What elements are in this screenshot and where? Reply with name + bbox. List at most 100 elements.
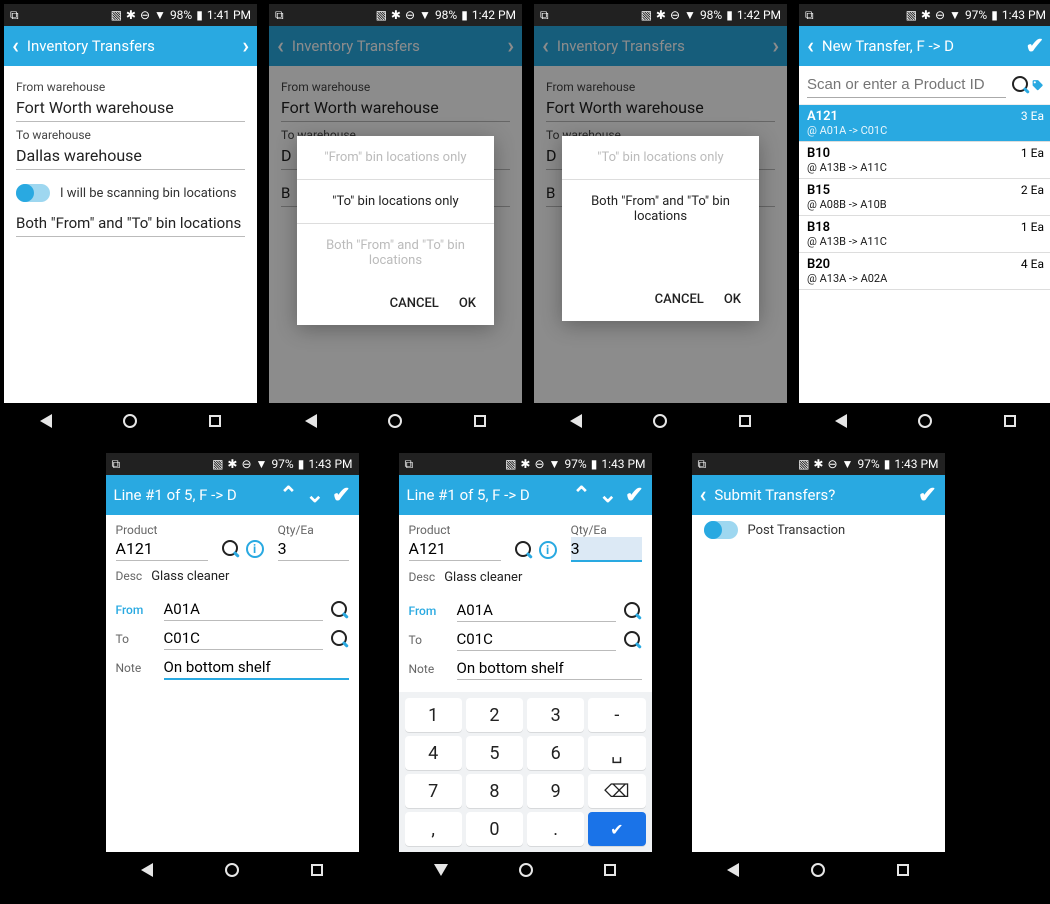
back-nav-button[interactable]	[434, 864, 448, 876]
next-button[interactable]: ⌄	[599, 483, 617, 508]
product-list-item[interactable]: B18@ A13B -> A11C1 Ea	[799, 216, 1050, 253]
search-icon[interactable]	[515, 541, 533, 559]
dialog-ok-button[interactable]: OK	[724, 292, 741, 307]
confirm-button[interactable]: ✔	[918, 483, 936, 508]
dialog-cancel-button[interactable]: CANCEL	[390, 296, 439, 311]
home-nav-button[interactable]	[123, 414, 137, 428]
key-ok[interactable]: ✔	[588, 812, 645, 846]
prev-button[interactable]: ⌃	[279, 483, 297, 508]
key-minus[interactable]: -	[588, 698, 645, 732]
back-nav-button[interactable]	[141, 863, 153, 877]
recents-nav-button[interactable]	[897, 864, 909, 876]
forward-button[interactable]: ›	[242, 34, 249, 59]
note-value[interactable]: On bottom shelf	[164, 656, 349, 680]
dialog-opt-to[interactable]: "To" bin locations only	[562, 136, 759, 180]
to-bin-value[interactable]: C01C	[457, 628, 616, 651]
battery-icon: ▮	[884, 457, 891, 471]
home-nav-button[interactable]	[918, 414, 932, 428]
key-6[interactable]: 6	[527, 736, 584, 770]
back-nav-button[interactable]	[727, 863, 739, 877]
next-button[interactable]: ⌄	[306, 483, 324, 508]
multiwindow-icon: ⧉	[698, 457, 707, 472]
dialog-opt-from[interactable]: "From" bin locations only	[297, 136, 494, 180]
app-bar-title: Inventory Transfers	[292, 37, 499, 55]
search-icon[interactable]	[624, 631, 642, 649]
post-transaction-toggle[interactable]	[704, 521, 738, 539]
back-button[interactable]: ‹	[12, 34, 19, 59]
back-button[interactable]: ‹	[807, 34, 814, 59]
status-time: 1:43 PM	[601, 457, 645, 471]
back-nav-button[interactable]	[305, 414, 317, 428]
back-nav-button[interactable]	[40, 414, 52, 428]
home-nav-button[interactable]	[653, 414, 667, 428]
key-7[interactable]: 7	[405, 774, 462, 808]
key-5[interactable]: 5	[466, 736, 523, 770]
home-nav-button[interactable]	[519, 863, 533, 877]
dialog-cancel-button[interactable]: CANCEL	[655, 292, 704, 307]
qty-value[interactable]: 3	[278, 537, 349, 561]
to-bin-value[interactable]: C01C	[164, 627, 323, 650]
wifi-icon: ▼	[549, 457, 561, 471]
dialog-opt-to[interactable]: "To" bin locations only	[297, 180, 494, 224]
home-nav-button[interactable]	[388, 414, 402, 428]
scan-bin-toggle[interactable]	[16, 184, 50, 202]
search-icon[interactable]	[331, 630, 349, 648]
wifi-icon: ▼	[949, 8, 961, 22]
home-nav-button[interactable]	[811, 863, 825, 877]
recents-nav-button[interactable]	[1004, 415, 1016, 427]
dialog-opt-both[interactable]: Both "From" and "To" bin locations	[562, 180, 759, 238]
confirm-button[interactable]: ✔	[625, 483, 643, 508]
search-icon[interactable]	[331, 601, 349, 619]
product-list-item[interactable]: B10@ A13B -> A11C1 Ea	[799, 142, 1050, 179]
prev-button[interactable]: ⌃	[572, 483, 590, 508]
search-icon[interactable]	[222, 540, 240, 558]
home-nav-button[interactable]	[225, 863, 239, 877]
key-9[interactable]: 9	[527, 774, 584, 808]
product-list-item[interactable]: A121@ A01A -> C01C3 Ea	[799, 105, 1050, 142]
from-warehouse-value[interactable]: Fort Worth warehouse	[16, 94, 245, 122]
dialog-ok-button[interactable]: OK	[459, 296, 476, 311]
key-3[interactable]: 3	[527, 698, 584, 732]
from-bin-value[interactable]: A01A	[457, 599, 616, 622]
key-0[interactable]: 0	[466, 812, 523, 846]
battery-pct: 98%	[170, 8, 192, 22]
key-1[interactable]: 1	[405, 698, 462, 732]
back-nav-button[interactable]	[570, 414, 582, 428]
recents-nav-button[interactable]	[739, 415, 751, 427]
confirm-button[interactable]: ✔	[332, 483, 350, 508]
back-nav-button[interactable]	[835, 414, 847, 428]
product-search-input[interactable]	[807, 72, 1006, 98]
key-dot[interactable]: .	[527, 812, 584, 846]
note-value[interactable]: On bottom shelf	[457, 657, 642, 680]
key-backspace[interactable]: ⌫	[588, 774, 645, 808]
info-icon[interactable]: i	[246, 540, 264, 558]
recents-nav-button[interactable]	[604, 864, 616, 876]
dnd-icon: ⊖	[670, 8, 680, 22]
search-icon[interactable]	[624, 602, 642, 620]
product-list-item[interactable]: B15@ A08B -> A10B2 Ea	[799, 179, 1050, 216]
to-warehouse-value[interactable]: Dallas warehouse	[16, 142, 245, 170]
barcode-tag-icon[interactable]	[1031, 76, 1044, 94]
bin-mode-value[interactable]: Both "From" and "To" bin locations	[16, 214, 245, 237]
recents-nav-button[interactable]	[311, 864, 323, 876]
qty-value[interactable]: 3	[571, 537, 642, 562]
back-button[interactable]: ‹	[700, 483, 707, 508]
dialog-opt-both[interactable]: Both "From" and "To" bin locations	[297, 224, 494, 282]
key-space[interactable]: ␣	[588, 736, 645, 770]
from-bin-value[interactable]: A01A	[164, 598, 323, 621]
key-comma[interactable]: ,	[405, 812, 462, 846]
key-8[interactable]: 8	[466, 774, 523, 808]
search-icon[interactable]	[1012, 76, 1025, 94]
product-value[interactable]: A121	[116, 537, 208, 561]
battery-pct: 97%	[857, 457, 879, 471]
confirm-button[interactable]: ✔	[1026, 34, 1044, 59]
key-2[interactable]: 2	[466, 698, 523, 732]
dnd-icon: ⊖	[935, 8, 945, 22]
recents-nav-button[interactable]	[474, 415, 486, 427]
key-4[interactable]: 4	[405, 736, 462, 770]
recents-nav-button[interactable]	[209, 415, 221, 427]
multiwindow-icon: ⧉	[10, 8, 19, 23]
product-value[interactable]: A121	[409, 537, 501, 561]
info-icon[interactable]: i	[539, 541, 557, 559]
product-list-item[interactable]: B20@ A13A -> A02A4 Ea	[799, 253, 1050, 290]
